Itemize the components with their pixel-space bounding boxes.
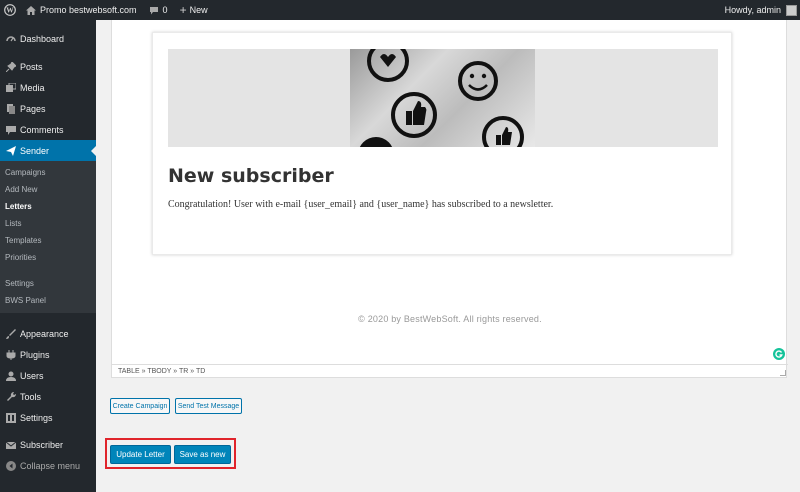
plus-icon: + [179,3,187,17]
new-content-link[interactable]: + New [174,0,214,20]
comment-icon [5,124,16,135]
sender-submenu: Campaigns Add New Letters Lists Template… [0,161,96,313]
letter-footer-text: © 2020 by BestWebSoft. All rights reserv… [358,314,542,324]
update-letter-button[interactable]: Update Letter [110,445,171,464]
submenu-separator [0,266,96,275]
submenu-item-add-new[interactable]: Add New [0,181,96,198]
send-test-message-button[interactable]: Send Test Message [175,398,242,414]
brush-icon [5,328,16,339]
svg-text:W: W [6,6,14,15]
submenu-item-bws-panel[interactable]: BWS Panel [0,292,96,309]
howdy-text: Howdy, admin [724,5,781,15]
new-label: New [189,5,208,15]
letter-preview: New subscriber Congratulation! User with… [152,32,732,255]
wordpress-logo-icon[interactable]: W [0,0,20,20]
media-icon [5,82,16,93]
site-name-link[interactable]: Promo bestwebsoft.com [20,0,143,20]
sidebar-item-sender[interactable]: Sender [0,140,96,161]
letter-title: New subscriber [168,165,334,187]
editor-status-bar: TABLE » TBODY » TR » TD [112,364,788,378]
pin-icon [5,61,16,72]
sidebar-label: Pages [20,103,46,114]
send-icon [5,145,16,156]
letter-body-text: Congratulation! User with e-mail {user_e… [168,199,554,210]
dashboard-icon [5,33,16,44]
sidebar-item-pages[interactable]: Pages [0,98,96,119]
letter-header-band [168,49,718,147]
site-name: Promo bestwebsoft.com [40,5,137,15]
grammarly-icon[interactable] [773,348,785,360]
sidebar-item-subscriber[interactable]: Subscriber [0,434,96,455]
comments-link[interactable]: 0 [143,0,174,20]
sidebar-label: Plugins [20,349,50,360]
sidebar-label: Appearance [20,328,69,339]
sidebar-label: Sender [20,145,50,156]
sidebar-item-comments[interactable]: Comments [0,119,96,140]
submenu-item-letters[interactable]: Letters [0,198,96,215]
hero-image [350,49,535,147]
sidebar-item-media[interactable]: Media [0,77,96,98]
sidebar-label: Collapse menu [20,460,81,471]
admin-bar: W Promo bestwebsoft.com 0 + New Howdy, a… [0,0,800,20]
sidebar-item-tools[interactable]: Tools [0,386,96,407]
submenu-item-campaigns[interactable]: Campaigns [0,164,96,181]
submenu-item-lists[interactable]: Lists [0,215,96,232]
collapse-icon [5,460,16,471]
sidebar-item-settings[interactable]: Settings [0,407,96,428]
element-path[interactable]: TABLE » TBODY » TR » TD [118,368,205,375]
sidebar-item-appearance[interactable]: Appearance [0,323,96,344]
sidebar-item-posts[interactable]: Posts [0,56,96,77]
resize-handle[interactable] [780,370,786,376]
comment-bubble-icon [149,6,158,14]
settings-icon [5,412,16,423]
sidebar-label: Tools [20,391,42,402]
save-as-new-button[interactable]: Save as new [174,445,231,464]
submenu-item-templates[interactable]: Templates [0,232,96,249]
sidebar-label: Subscriber [20,439,64,450]
page-icon [5,103,16,114]
submenu-item-priorities[interactable]: Priorities [0,249,96,266]
admin-sidebar: Dashboard Posts Media Pages Comments Sen… [0,20,96,492]
collapse-menu-button[interactable]: Collapse menu [0,455,96,476]
create-campaign-button[interactable]: Create Campaign [110,398,170,414]
submenu-item-settings[interactable]: Settings [0,275,96,292]
sidebar-label: Comments [20,124,64,135]
subscriber-icon [5,439,16,450]
account-menu[interactable]: Howdy, admin [719,0,800,20]
comments-count: 0 [162,5,168,15]
wrench-icon [5,391,16,402]
sidebar-item-users[interactable]: Users [0,365,96,386]
sidebar-label: Dashboard [20,33,65,44]
sidebar-item-dashboard[interactable]: Dashboard [0,27,96,50]
home-icon [26,5,36,15]
letter-editor[interactable]: New subscriber Congratulation! User with… [111,20,788,378]
sidebar-label: Settings [20,412,53,423]
sidebar-item-plugins[interactable]: Plugins [0,344,96,365]
sidebar-label: Users [20,370,44,381]
avatar [786,4,797,16]
sidebar-label: Posts [20,61,43,72]
sidebar-label: Media [20,82,45,93]
plug-icon [5,349,16,360]
users-icon [5,370,16,381]
